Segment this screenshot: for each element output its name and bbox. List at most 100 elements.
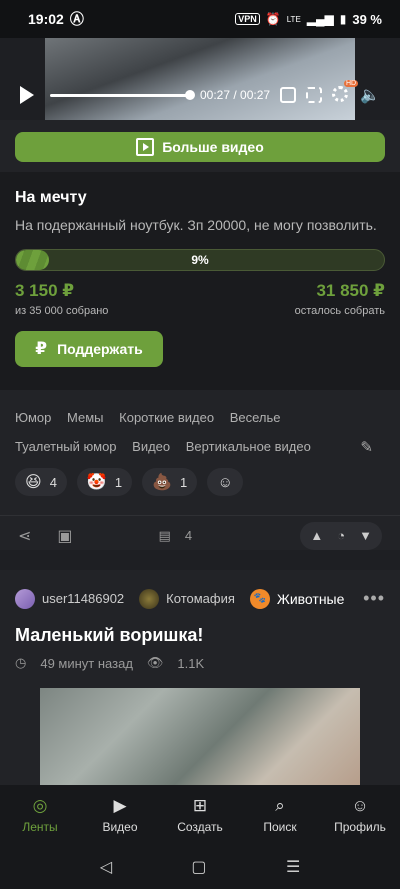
poop-emoji-icon: 💩 xyxy=(152,474,172,491)
add-reaction-icon[interactable]: ☺ xyxy=(207,468,244,496)
comments-button[interactable]: ▤ 4 xyxy=(159,528,193,544)
tab-label: Видео xyxy=(102,820,138,834)
video-icon: ▶ xyxy=(113,796,127,815)
post-image[interactable] xyxy=(40,688,360,788)
share-icon[interactable]: ⋖ xyxy=(18,526,31,546)
post-meta: ◷ 49 минут назад 👁 1.1K xyxy=(15,655,204,671)
recents-icon[interactable]: ☰ xyxy=(286,857,300,877)
status-time: 19:02 xyxy=(28,11,64,27)
app-notification-icon: Ⓐ xyxy=(69,11,84,27)
reaction-poop[interactable]: 💩 1 xyxy=(142,468,198,496)
reaction-count: 1 xyxy=(180,474,188,490)
reaction-count: 4 xyxy=(49,474,57,490)
reaction-count: 1 xyxy=(114,474,123,490)
video-player[interactable]: 00:27 / 00:27 HD 🔈 xyxy=(0,38,400,120)
fund-remaining-sub: осталось собрать xyxy=(294,305,385,317)
volume-icon[interactable]: 🔈 xyxy=(360,85,380,105)
post-actions: ⋖ ▣ ▤ 4 ▲ ◔ ▼ xyxy=(0,515,400,555)
laugh-emoji-icon: 😆 xyxy=(25,474,42,491)
video-progress[interactable] xyxy=(50,89,195,100)
tab-search[interactable]: ⌕ Поиск xyxy=(245,796,315,834)
signal-icon: ▂▄▆ xyxy=(306,12,334,26)
tag[interactable]: Видео xyxy=(132,432,170,461)
reaction-laugh[interactable]: 😆 4 xyxy=(15,468,67,496)
post-card: Больше видео На мечту На подержанный ноу… xyxy=(0,120,400,550)
save-icon[interactable]: ▣ xyxy=(57,526,72,546)
fund-progress-bar: 9% xyxy=(15,249,385,271)
tab-video[interactable]: ▶ Видео xyxy=(85,796,155,834)
category-name: Животные xyxy=(276,590,345,607)
tag[interactable]: Юмор xyxy=(15,403,51,432)
author-name: user11486902 xyxy=(42,591,125,606)
video-time: 00:27 / 00:27 xyxy=(200,88,271,102)
battery-level: 39 % xyxy=(352,11,382,27)
more-options-icon[interactable]: ••• xyxy=(363,588,385,609)
tab-profile[interactable]: ☺ Профиль xyxy=(325,796,395,834)
system-navigation: ◁ ▢ ☰ xyxy=(0,845,400,889)
more-video-button[interactable]: Больше видео xyxy=(15,132,385,162)
fund-collected: 3 150 ₽ xyxy=(15,281,75,300)
alarm-icon: ⏰ xyxy=(265,12,281,26)
settings-icon[interactable]: HD xyxy=(332,80,359,104)
film-icon xyxy=(136,138,155,156)
reactions: 😆 4 🤡 1 💩 1 ☺ xyxy=(15,468,244,496)
tag[interactable]: Веселье xyxy=(230,403,281,432)
tab-label: Профиль xyxy=(334,820,386,834)
fullscreen-icon[interactable] xyxy=(306,87,323,103)
comment-icon: ▤ xyxy=(158,527,171,543)
more-video-label: Больше видео xyxy=(162,139,264,155)
tag[interactable]: Короткие видео xyxy=(119,403,214,432)
ruble-icon: ₽ xyxy=(35,339,48,358)
reaction-clown[interactable]: 🤡 1 xyxy=(76,468,133,496)
comments-count: 4 xyxy=(184,528,193,543)
tag-list: Юмор Мемы Короткие видео Веселье Туалетн… xyxy=(15,403,385,461)
status-bar: 19:02 Ⓐ VPN ⏰ LTE ▂▄▆ ▮ 39 % xyxy=(0,0,400,38)
post-time: 49 минут назад xyxy=(40,655,133,671)
clown-emoji-icon: 🤡 xyxy=(86,474,107,491)
vote-control: ▲ ◔ ▼ xyxy=(300,521,382,550)
author-link[interactable]: user11486902 xyxy=(15,588,125,609)
progress-handle[interactable] xyxy=(185,89,195,100)
edit-icon[interactable]: ✎ xyxy=(360,433,373,462)
battery-icon: ▮ xyxy=(339,12,347,26)
tag[interactable]: Туалетный юмор xyxy=(15,432,117,461)
tab-label: Создать xyxy=(177,820,223,834)
category-link[interactable]: 🐾 Животные xyxy=(249,588,345,609)
feed-icon: ◎ xyxy=(32,796,48,815)
post-card: user11486902 Котомафия 🐾 Животные ••• Мал… xyxy=(0,570,400,788)
fund-collected-sub: из 35 000 собрано xyxy=(15,305,109,317)
video-controls: 00:27 / 00:27 HD 🔈 xyxy=(0,80,400,110)
tab-label: Ленты xyxy=(22,820,58,834)
post-header: user11486902 Котомафия 🐾 Животные ••• xyxy=(15,588,385,609)
plus-icon: ⊞ xyxy=(192,796,208,815)
tag[interactable]: Мемы xyxy=(67,403,104,432)
eye-icon: 👁 xyxy=(146,655,164,670)
community-link[interactable]: Котомафия xyxy=(139,588,235,609)
fund-description: На подержанный ноутбук. Зп 20000, не мог… xyxy=(15,217,377,233)
bottom-tab-bar: ◎ Ленты ▶ Видео ⊞ Создать ⌕ Поиск ☺ Профиль xyxy=(0,785,400,845)
tab-label: Поиск xyxy=(263,820,297,834)
vpn-badge: VPN xyxy=(235,13,260,25)
post-title[interactable]: Маленький воришка! xyxy=(15,625,203,646)
upvote-icon[interactable]: ▲ xyxy=(310,528,323,543)
play-icon[interactable] xyxy=(20,86,34,104)
clock-icon: ◷ xyxy=(15,655,27,670)
fund-percent: 9% xyxy=(191,253,209,267)
post-views: 1.1K xyxy=(177,655,205,671)
paw-icon: 🐾 xyxy=(249,588,270,609)
downvote-icon[interactable]: ▼ xyxy=(359,528,372,543)
fund-remaining: 31 850 ₽ xyxy=(316,281,385,300)
tag[interactable]: Вертикальное видео xyxy=(186,432,311,461)
tab-create[interactable]: ⊞ Создать xyxy=(165,796,235,834)
fund-title: На мечту xyxy=(15,189,87,206)
tab-feeds[interactable]: ◎ Ленты xyxy=(5,796,75,834)
back-icon[interactable]: ◁ xyxy=(100,857,112,877)
community-avatar xyxy=(139,588,160,609)
home-icon[interactable]: ▢ xyxy=(191,857,206,877)
support-button[interactable]: ₽ Поддержать xyxy=(15,331,163,367)
rating-pending-icon: ◔ xyxy=(337,528,346,543)
avatar xyxy=(15,588,35,609)
search-icon: ⌕ xyxy=(275,796,285,815)
profile-icon: ☺ xyxy=(351,796,369,815)
picture-in-picture-icon[interactable] xyxy=(280,87,297,103)
